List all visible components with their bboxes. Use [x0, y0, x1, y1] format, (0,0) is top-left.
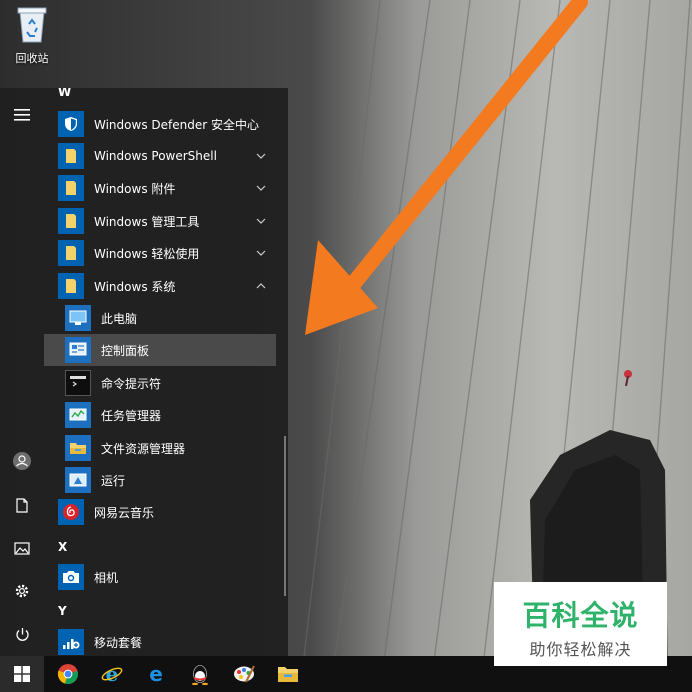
- watermark-logo: 百科全说 助你轻松解决: [494, 582, 667, 666]
- folder-windows-powershell[interactable]: Windows PowerShell: [44, 140, 276, 172]
- app-label: Windows 系统: [94, 279, 176, 294]
- task-manager-icon: [65, 402, 91, 428]
- chrome-icon: [57, 664, 78, 684]
- recycle-bin-label: 回收站: [15, 52, 49, 65]
- app-file-explorer[interactable]: 文件资源管理器: [44, 432, 276, 464]
- recycle-bin-icon: [17, 7, 47, 43]
- start-menu: W Windows Defender 安全中心 Windows PowerShe…: [0, 88, 288, 658]
- ie-icon: e: [101, 663, 123, 685]
- svg-text:e: e: [106, 663, 119, 685]
- watermark-title: 百科全说: [522, 599, 639, 632]
- power-button[interactable]: [8, 620, 36, 648]
- app-label: 控制面板: [101, 343, 150, 358]
- netease-music-icon: [58, 499, 84, 525]
- user-icon: [13, 452, 31, 470]
- start-button[interactable]: [0, 656, 44, 692]
- pictures-icon: [14, 541, 30, 555]
- app-label: Windows Defender 安全中心: [94, 117, 259, 132]
- control-panel-icon: [65, 337, 91, 363]
- app-label: 文件资源管理器: [101, 441, 186, 456]
- windows-start-icon: [14, 666, 30, 682]
- chevron-down-icon: [254, 246, 268, 260]
- user-account-button[interactable]: [8, 447, 36, 475]
- hamburger-icon: [14, 109, 30, 121]
- qq-icon: [192, 665, 208, 685]
- app-label: 网易云音乐: [94, 505, 155, 520]
- section-header-x[interactable]: X: [58, 540, 67, 554]
- paint-icon: [234, 665, 255, 683]
- power-icon: [15, 627, 29, 641]
- app-label: 运行: [101, 473, 126, 488]
- taskbar-ie-button[interactable]: e: [90, 656, 134, 692]
- app-mobile-plans[interactable]: 移动套餐: [44, 626, 276, 658]
- shield-icon: [58, 111, 84, 137]
- watermark-subtitle: 助你轻松解决: [529, 640, 632, 659]
- taskbar-paint-button[interactable]: [222, 656, 266, 692]
- app-label: Windows 附件: [94, 181, 176, 196]
- app-label: 相机: [94, 570, 119, 585]
- app-list[interactable]: W Windows Defender 安全中心 Windows PowerShe…: [44, 88, 288, 658]
- app-label: Windows 管理工具: [94, 214, 200, 229]
- command-prompt-icon: [65, 370, 91, 396]
- app-task-manager[interactable]: 任务管理器: [44, 399, 276, 431]
- app-label: 命令提示符: [101, 376, 162, 391]
- folder-windows-accessories[interactable]: Windows 附件: [44, 172, 276, 204]
- folder-windows-ease-of-access[interactable]: Windows 轻松使用: [44, 237, 276, 269]
- app-run[interactable]: 运行: [44, 464, 276, 496]
- app-command-prompt[interactable]: 命令提示符: [44, 367, 276, 399]
- start-menu-rail: [0, 88, 44, 658]
- edge-icon: e: [149, 663, 163, 685]
- folder-icon: [58, 273, 84, 299]
- app-label: Windows 轻松使用: [94, 246, 200, 261]
- taskbar-qq-button[interactable]: [178, 656, 222, 692]
- document-icon: [16, 497, 28, 513]
- folder-icon: [58, 208, 84, 234]
- app-control-panel[interactable]: 控制面板: [44, 334, 276, 366]
- mobile-plans-icon: [58, 629, 84, 655]
- app-windows-defender[interactable]: Windows Defender 安全中心: [44, 108, 276, 140]
- camera-icon: [58, 564, 84, 590]
- folder-icon: [58, 175, 84, 201]
- settings-button[interactable]: [8, 577, 36, 605]
- app-label: 此电脑: [101, 311, 138, 326]
- svg-text:e: e: [149, 663, 163, 685]
- folder-icon: [58, 143, 84, 169]
- chevron-up-icon: [254, 279, 268, 293]
- section-header-w[interactable]: W: [58, 88, 71, 99]
- pictures-button[interactable]: [8, 534, 36, 562]
- folder-icon: [58, 240, 84, 266]
- documents-button[interactable]: [8, 491, 36, 519]
- app-list-scrollbar[interactable]: [284, 436, 286, 596]
- recycle-bin-desktop-icon[interactable]: 回收站: [6, 4, 58, 70]
- section-header-y[interactable]: Y: [58, 604, 67, 618]
- computer-icon: [65, 305, 91, 331]
- run-icon: [65, 467, 91, 493]
- settings-icon: [15, 584, 29, 598]
- file-explorer-icon: [65, 435, 91, 461]
- folder-windows-admin-tools[interactable]: Windows 管理工具: [44, 205, 276, 237]
- folder-windows-system[interactable]: Windows 系统: [44, 270, 276, 302]
- file-explorer-icon: [278, 667, 298, 682]
- chevron-down-icon: [254, 181, 268, 195]
- app-label: Windows PowerShell: [94, 149, 217, 163]
- taskbar-file-explorer-button[interactable]: [266, 656, 310, 692]
- app-label: 任务管理器: [101, 408, 162, 423]
- taskbar-edge-button[interactable]: e: [134, 656, 178, 692]
- chevron-down-icon: [254, 149, 268, 163]
- expand-menu-button[interactable]: [8, 101, 36, 129]
- app-label: 移动套餐: [94, 635, 143, 650]
- app-camera[interactable]: 相机: [44, 561, 276, 593]
- app-this-pc[interactable]: 此电脑: [44, 302, 276, 334]
- chevron-down-icon: [254, 214, 268, 228]
- taskbar-chrome-button[interactable]: [46, 656, 90, 692]
- app-netease-music[interactable]: 网易云音乐: [44, 496, 276, 528]
